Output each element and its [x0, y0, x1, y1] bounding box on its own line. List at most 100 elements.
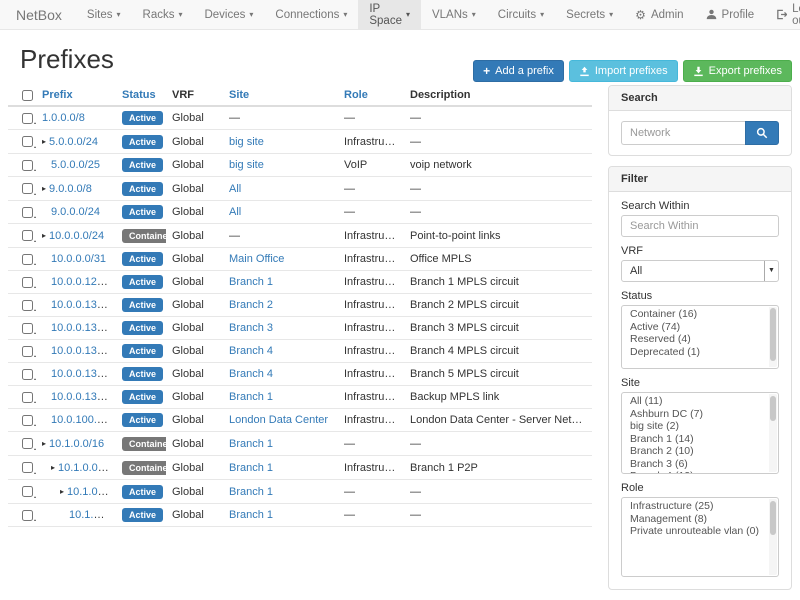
nav-item-devices[interactable]: Devices▾	[193, 0, 264, 29]
expand-arrow-icon[interactable]: ▸	[60, 487, 64, 496]
prefix-link[interactable]: 9.0.0.0/24	[51, 206, 100, 218]
prefix-link[interactable]: 10.0.0.132/31	[51, 322, 116, 334]
brand[interactable]: NetBox	[0, 0, 76, 29]
col-header-site[interactable]: Site	[223, 85, 338, 106]
site-link[interactable]: big site	[229, 136, 264, 148]
prefix-link[interactable]: 10.0.0.0/24	[49, 230, 104, 242]
row-checkbox[interactable]	[22, 369, 33, 380]
row-checkbox[interactable]	[22, 323, 33, 334]
nav-item-racks[interactable]: Racks▾	[132, 0, 194, 29]
site-link[interactable]: Branch 4	[229, 345, 273, 357]
scrollbar-thumb[interactable]	[770, 501, 776, 535]
row-checkbox[interactable]	[22, 183, 33, 194]
site-link[interactable]: All	[229, 183, 241, 195]
expand-arrow-icon[interactable]: ▸	[42, 439, 46, 448]
nav-item-sites[interactable]: Sites▾	[76, 0, 132, 29]
col-header-role[interactable]: Role	[338, 85, 404, 106]
listbox-option[interactable]: Deprecated (1)	[622, 347, 768, 359]
prefix-link[interactable]: 10.0.100.0/24	[51, 414, 116, 426]
row-checkbox[interactable]	[22, 230, 33, 241]
site-link[interactable]: Branch 1	[229, 438, 273, 450]
prefix-link[interactable]: 10.0.0.138/31	[51, 391, 116, 403]
site-listbox[interactable]: All (11)Ashburn DC (7)big site (2)Branch…	[621, 392, 779, 474]
nav-item-admin[interactable]: ⚙ Admin	[624, 0, 694, 29]
prefix-link[interactable]: 5.0.0.0/25	[51, 159, 100, 171]
listbox-option[interactable]: Branch 3 (6)	[622, 459, 768, 471]
site-link[interactable]: Branch 4	[229, 368, 273, 380]
listbox-option[interactable]: Branch 2 (10)	[622, 446, 768, 458]
prefix-link[interactable]: 10.0.0.128/31	[51, 276, 116, 288]
row-checkbox[interactable]	[22, 438, 33, 449]
row-checkbox[interactable]	[22, 113, 33, 124]
nav-item-profile[interactable]: Profile	[695, 0, 766, 29]
status-listbox[interactable]: Container (16)Active (74)Reserved (4)Dep…	[621, 305, 779, 369]
site-link[interactable]: Branch 1	[229, 486, 273, 498]
prefix-link[interactable]: 10.0.0.0/31	[51, 253, 106, 265]
nav-item-ip-space[interactable]: IP Space▾	[358, 0, 421, 29]
scrollbar-thumb[interactable]	[770, 308, 776, 361]
prefix-link[interactable]: 10.1.0.0/25	[67, 486, 116, 498]
site-link[interactable]: London Data Center	[229, 414, 328, 426]
expand-arrow-icon[interactable]: ▸	[42, 231, 46, 240]
listbox-option[interactable]: All (11)	[622, 396, 768, 408]
nav-item-logout[interactable]: Log out	[765, 0, 800, 29]
listbox-option[interactable]: Management (8)	[622, 514, 768, 526]
listbox-option[interactable]: Branch 4 (12)	[622, 471, 768, 474]
col-header-prefix[interactable]: Prefix	[36, 85, 116, 106]
site-link[interactable]: Branch 2	[229, 299, 273, 311]
prefix-link[interactable]: 1.0.0.0/8	[42, 112, 85, 124]
row-checkbox[interactable]	[22, 254, 33, 265]
prefix-link[interactable]: 5.0.0.0/24	[49, 136, 98, 148]
prefix-link[interactable]: 10.1.0.0/24	[58, 462, 113, 474]
site-link[interactable]: Branch 1	[229, 391, 273, 403]
search-button[interactable]	[745, 121, 779, 145]
prefix-link[interactable]: 10.0.0.130/31	[51, 299, 116, 311]
nav-item-connections[interactable]: Connections▾	[264, 0, 358, 29]
prefix-link[interactable]: 10.1.0.0/16	[49, 438, 104, 450]
search-input[interactable]	[621, 121, 745, 145]
prefix-link[interactable]: 10.0.0.136/31	[51, 368, 116, 380]
listbox-option[interactable]: big site (2)	[622, 421, 768, 433]
row-checkbox[interactable]	[22, 207, 33, 218]
site-link[interactable]: Branch 1	[229, 462, 273, 474]
prefix-link[interactable]: 9.0.0.0/8	[49, 183, 92, 195]
expand-arrow-icon[interactable]: ▸	[42, 184, 46, 193]
export-prefixes-button[interactable]: Export prefixes	[683, 60, 792, 82]
site-link[interactable]: All	[229, 206, 241, 218]
row-checkbox[interactable]	[22, 510, 33, 521]
listbox-option[interactable]: Reserved (4)	[622, 334, 768, 346]
listbox-option[interactable]: Branch 1 (14)	[622, 434, 768, 446]
import-prefixes-button[interactable]: Import prefixes	[569, 60, 678, 82]
nav-item-circuits[interactable]: Circuits▾	[487, 0, 555, 29]
vrf-select[interactable]: All ▼	[621, 260, 779, 282]
row-checkbox[interactable]	[22, 415, 33, 426]
row-checkbox[interactable]	[22, 346, 33, 357]
site-link[interactable]: Branch 3	[229, 322, 273, 334]
scrollbar-track[interactable]	[769, 394, 777, 472]
site-link[interactable]: Branch 1	[229, 276, 273, 288]
nav-item-vlans[interactable]: VLANs▾	[421, 0, 487, 29]
prefix-link[interactable]: 10.0.0.134/31	[51, 345, 116, 357]
row-checkbox[interactable]	[22, 486, 33, 497]
row-checkbox[interactable]	[22, 136, 33, 147]
col-header-status[interactable]: Status	[116, 85, 166, 106]
expand-arrow-icon[interactable]: ▸	[51, 463, 55, 472]
site-link[interactable]: big site	[229, 159, 264, 171]
site-link[interactable]: Main Office	[229, 253, 284, 265]
nav-item-secrets[interactable]: Secrets▾	[555, 0, 624, 29]
role-listbox[interactable]: Infrastructure (25)Management (8)Private…	[621, 497, 779, 577]
add-prefix-button[interactable]: + Add a prefix	[473, 60, 564, 82]
scrollbar-thumb[interactable]	[770, 396, 776, 421]
scrollbar-track[interactable]	[769, 499, 777, 575]
listbox-option[interactable]: Container (16)	[622, 309, 768, 321]
row-checkbox[interactable]	[22, 300, 33, 311]
listbox-option[interactable]: Private unrouteable vlan (0)	[622, 526, 768, 538]
row-checkbox[interactable]	[22, 392, 33, 403]
scrollbar-track[interactable]	[769, 307, 777, 367]
row-checkbox[interactable]	[22, 160, 33, 171]
row-checkbox[interactable]	[22, 462, 33, 473]
row-checkbox[interactable]	[22, 277, 33, 288]
listbox-option[interactable]: Ashburn DC (7)	[622, 409, 768, 421]
select-all-checkbox[interactable]	[22, 90, 33, 101]
expand-arrow-icon[interactable]: ▸	[42, 137, 46, 146]
